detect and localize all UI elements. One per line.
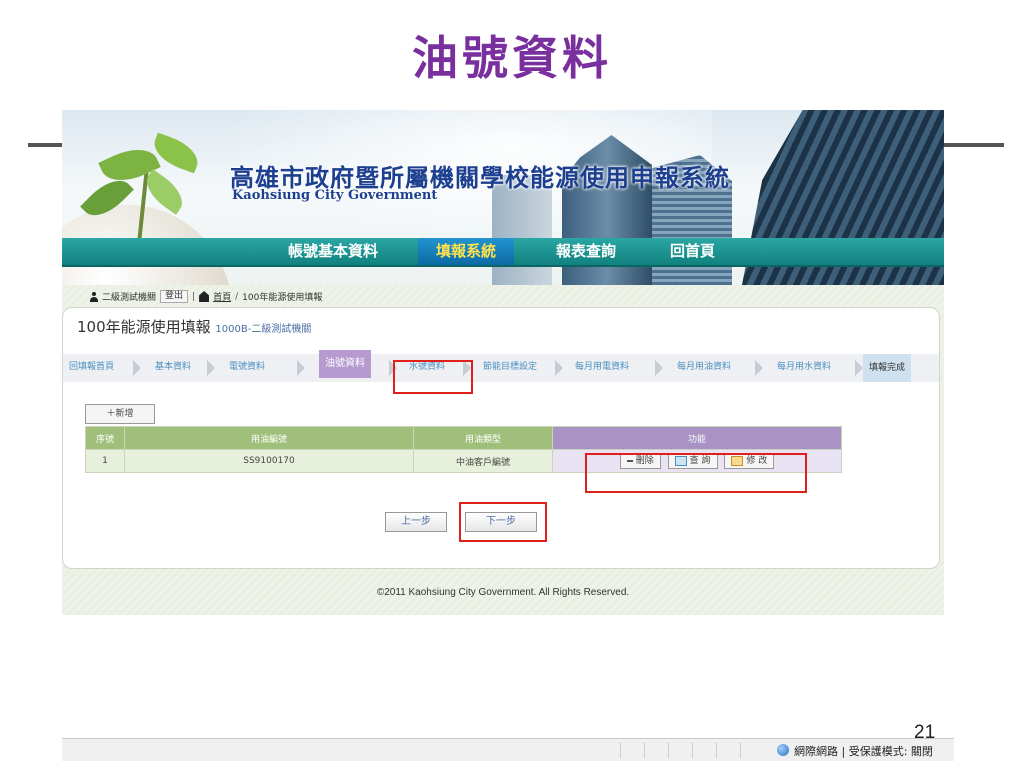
step-arrow-icon: [755, 360, 763, 376]
slide-page-number: 21: [914, 722, 936, 743]
step-monthly-electric[interactable]: 每月用電資料: [575, 360, 629, 374]
highlight-action-buttons: [585, 453, 807, 493]
security-zone-text: 網際網路 | 受保護模式: 關閉: [794, 745, 933, 758]
government-name: Kaohsiung City Government: [232, 188, 438, 203]
breadcrumb-current: 100年能源使用填報: [242, 293, 323, 303]
step-monthly-water[interactable]: 每月用水資料: [777, 360, 831, 374]
nav-account-info[interactable]: 帳號基本資料: [270, 238, 396, 265]
step-electric-account[interactable]: 電號資料: [229, 360, 265, 374]
user-icon: [90, 291, 98, 302]
nav-reporting-system[interactable]: 填報系統: [418, 238, 515, 265]
status-cell: [740, 742, 765, 758]
header-oil-code: 用油編號: [124, 426, 414, 450]
step-back-home[interactable]: 回填報首頁: [69, 360, 114, 374]
separator: |: [192, 291, 196, 302]
prev-step-button[interactable]: 上一步: [385, 512, 447, 532]
step-arrow-icon: [207, 360, 215, 376]
cell-oil-type: 中油客戶編號: [413, 449, 553, 473]
top-navigation: 帳號基本資料 填報系統 報表查詢 回首頁: [62, 238, 944, 267]
content-panel: 100年能源使用填報 1000B-二級測試機關 回填報首頁 基本資料 電號資料 …: [62, 307, 940, 569]
step-complete[interactable]: 填報完成: [863, 354, 912, 382]
screenshot-frame: 高雄市政府暨所屬機關學校能源使用申報系統 Kaohsiung City Gove…: [62, 110, 944, 615]
nav-report-query[interactable]: 報表查詢: [538, 238, 634, 265]
footer-copyright: ©2011 Kaohsiung City Government. All Rig…: [376, 587, 630, 598]
table-header-row: 序號 用油編號 用油類型 功能: [85, 426, 842, 450]
logout-button[interactable]: 登出: [160, 290, 189, 303]
site-banner: 高雄市政府暨所屬機關學校能源使用申報系統 Kaohsiung City Gove…: [62, 110, 944, 285]
breadcrumb-home-link[interactable]: 首頁: [213, 290, 231, 303]
step-arrow-icon: [297, 360, 305, 376]
step-arrow-icon: [555, 360, 563, 376]
status-cell: [692, 742, 717, 758]
separator: /: [235, 291, 239, 302]
header-oil-type: 用油類型: [413, 426, 553, 450]
step-basic-info[interactable]: 基本資料: [155, 360, 191, 374]
step-oil-account[interactable]: 油號資料: [319, 350, 371, 378]
step-arrow-icon: [855, 360, 863, 376]
user-name: 二級測試機關: [102, 293, 157, 303]
status-cell: [620, 742, 645, 758]
header-actions: 功能: [552, 426, 842, 450]
status-cell: [716, 742, 741, 758]
step-arrow-icon: [133, 360, 141, 376]
nav-home[interactable]: 回首頁: [652, 238, 733, 265]
decor-line-right: [944, 143, 1004, 147]
home-icon: [199, 291, 210, 302]
header-seq: 序號: [85, 426, 125, 450]
step-arrow-icon: [655, 360, 663, 376]
page-title: 100年能源使用填報 1000B-二級測試機關: [77, 316, 311, 337]
cell-seq: 1: [85, 449, 125, 473]
slide-title: 油號資料: [412, 31, 612, 85]
decor-line-left: [28, 143, 64, 147]
highlight-water-step: [393, 360, 473, 394]
highlight-next-button: [459, 502, 547, 542]
breadcrumb: 二級測試機關 登出 | 首頁 / 100年能源使用填報: [90, 290, 322, 303]
organization-name: 1000B-二級測試機關: [215, 324, 312, 335]
step-energy-target[interactable]: 節能目標設定: [483, 360, 537, 374]
add-button[interactable]: ＋新增: [85, 404, 155, 424]
status-cell: [668, 742, 693, 758]
globe-icon: [777, 744, 789, 756]
page-title-text: 100年能源使用填報: [77, 318, 211, 336]
cell-oil-code: SS9100170: [124, 449, 414, 473]
browser-status-bar: 網際網路 | 受保護模式: 關閉: [62, 738, 954, 761]
step-monthly-oil[interactable]: 每月用油資料: [677, 360, 731, 374]
status-cell: [644, 742, 669, 758]
step-wizard: 回填報首頁 基本資料 電號資料 油號資料 水號資料 節能目標設定 每月用電資料 …: [63, 350, 939, 382]
